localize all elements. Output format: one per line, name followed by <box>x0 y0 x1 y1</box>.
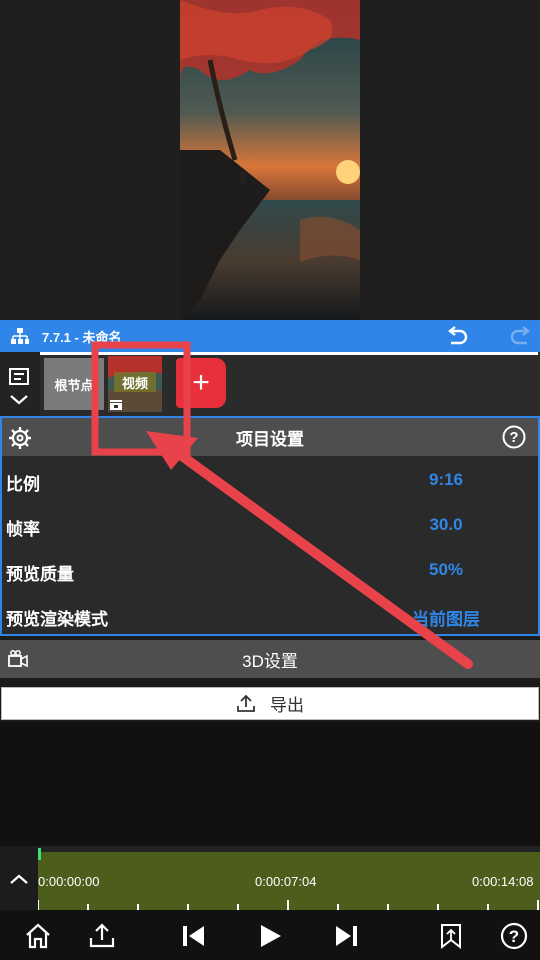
gear-icon[interactable] <box>8 426 32 450</box>
video-layer-node[interactable]: 视频 <box>108 356 162 412</box>
setting-value[interactable]: 30.0 <box>372 515 520 535</box>
upload-icon <box>237 694 255 712</box>
panel-title: 项目设置 <box>236 429 304 449</box>
svg-text:?: ? <box>509 927 519 946</box>
redo-icon[interactable] <box>510 326 532 346</box>
share-icon[interactable] <box>88 922 116 950</box>
bookmark-icon[interactable] <box>437 922 465 950</box>
setting-label: 预览质量 <box>6 565 74 584</box>
preview-area <box>0 0 540 320</box>
home-icon[interactable] <box>24 922 52 950</box>
skip-forward-icon[interactable] <box>332 922 360 950</box>
timeline: 0:00:00:00 0:00:07:04 0:00:14:08 <box>0 846 540 910</box>
setting-label: 比例 <box>6 475 40 494</box>
setting-value[interactable]: 50% <box>372 560 520 580</box>
empty-area <box>0 722 540 846</box>
3d-settings-label: 3D设置 <box>242 651 298 671</box>
setting-row-render-mode[interactable]: 预览渲染模式 当前图层 <box>2 593 538 638</box>
help-icon[interactable]: ? <box>502 425 526 449</box>
skip-back-icon[interactable] <box>180 922 208 950</box>
bottom-toolbar: ? <box>0 910 540 960</box>
add-layer-button[interactable]: + <box>176 358 226 408</box>
video-layer-label: 视频 <box>114 372 156 392</box>
timecode-mid: 0:00:07:04 <box>255 874 317 889</box>
timeline-collapse-button[interactable] <box>0 846 38 910</box>
timecode-end: 0:00:14:08 <box>472 874 534 889</box>
export-button[interactable]: 导出 <box>1 687 539 720</box>
project-settings-panel: 项目设置 ? 比例 9:16 帧率 30.0 预览质量 50% 预览渲染模式 当… <box>0 416 540 636</box>
setting-row-preview-quality[interactable]: 预览质量 50% <box>2 548 538 593</box>
setting-row-fps[interactable]: 帧率 30.0 <box>2 503 538 548</box>
undo-icon[interactable] <box>446 326 468 346</box>
panel-header: 项目设置 ? <box>2 418 538 456</box>
title-bar: 7.7.1 - 未命名 <box>0 320 540 352</box>
3d-settings-button[interactable]: 3D设置 <box>0 640 540 678</box>
setting-value[interactable]: 当前图层 <box>372 605 520 630</box>
playhead[interactable] <box>38 848 41 860</box>
chevron-down-icon <box>10 395 28 405</box>
clapper-icon <box>110 400 122 410</box>
project-title: 7.7.1 - 未命名 <box>42 329 122 345</box>
svg-text:?: ? <box>509 429 518 446</box>
setting-label: 帧率 <box>6 520 40 539</box>
layer-menu-button[interactable] <box>0 352 40 416</box>
help-icon[interactable]: ? <box>500 922 528 950</box>
setting-label: 预览渲染模式 <box>6 610 108 629</box>
setting-value[interactable]: 9:16 <box>372 470 520 490</box>
play-icon[interactable] <box>256 922 284 950</box>
root-node[interactable]: 根节点 <box>44 358 104 410</box>
camera-icon <box>8 650 28 668</box>
timecode-start: 0:00:00:00 <box>38 874 100 889</box>
timeline-ruler <box>38 900 539 910</box>
preview-image <box>180 0 360 320</box>
layer-bar-divider <box>40 352 538 355</box>
preview-canvas[interactable] <box>180 0 360 320</box>
chevron-up-icon <box>10 874 28 884</box>
export-label: 导出 <box>270 696 304 715</box>
setting-row-ratio[interactable]: 比例 9:16 <box>2 458 538 503</box>
tree-icon[interactable] <box>10 326 30 346</box>
layer-bar: 根节点 视频 + <box>0 352 540 416</box>
menu-icon <box>9 368 29 405</box>
